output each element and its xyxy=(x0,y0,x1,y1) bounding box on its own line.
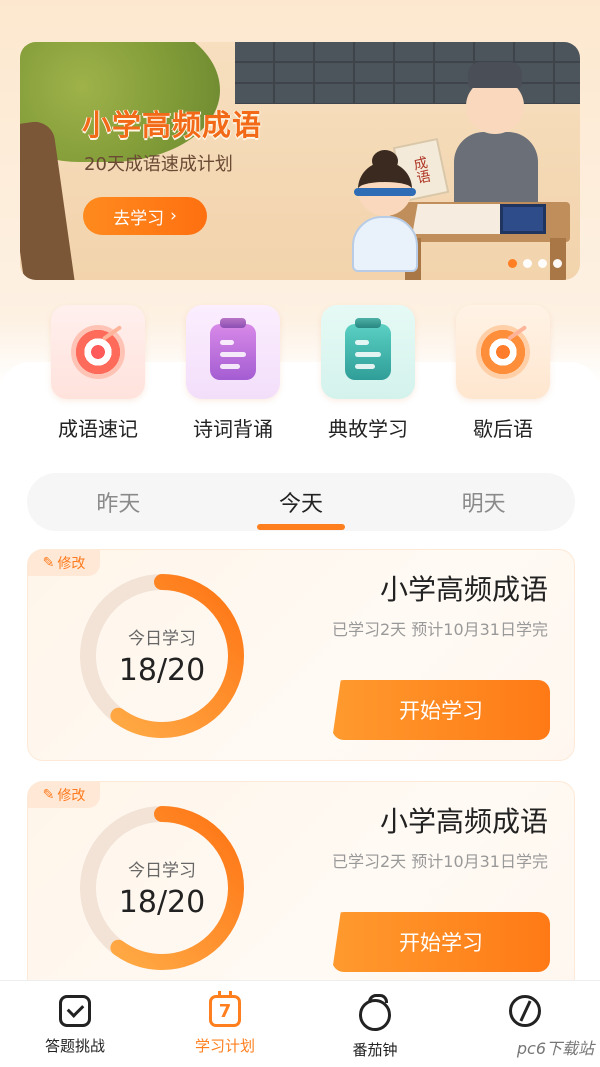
carousel-dot[interactable] xyxy=(553,259,562,268)
checkbox-icon xyxy=(59,995,91,1027)
go-study-button[interactable]: 去学习 › xyxy=(83,197,207,235)
today-study-label: 今日学习 xyxy=(128,629,196,649)
bottom-nav: 答题挑战 7 学习计划 番茄钟 xyxy=(0,980,600,1067)
nav-label: 学习计划 xyxy=(194,1037,255,1055)
tab-yesterday[interactable]: 昨天 xyxy=(27,473,210,531)
clipboard-icon xyxy=(210,324,256,380)
book-illustration xyxy=(500,204,546,234)
go-study-label: 去学习 xyxy=(113,208,165,229)
edit-label: 修改 xyxy=(57,788,86,804)
edit-icon: ✎ xyxy=(42,787,55,803)
watermark: pc6下载站 xyxy=(516,1039,594,1058)
category-label: 诗词背诵 xyxy=(193,417,273,441)
today-progress-value: 18/20 xyxy=(118,653,206,688)
carousel-dot[interactable] xyxy=(523,259,532,268)
chevron-right-icon: › xyxy=(170,206,177,226)
plan-title: 小学高频成语 xyxy=(379,805,548,838)
day-tabs: 昨天 今天 明天 xyxy=(27,473,575,531)
clipboard-icon xyxy=(345,324,391,380)
category-idiom-memorize[interactable]: 成语速记 xyxy=(48,305,148,442)
nav-item-pomodoro[interactable]: 番茄钟 xyxy=(300,981,450,1067)
tab-today[interactable]: 今天 xyxy=(210,473,393,531)
category-label: 典故学习 xyxy=(328,417,408,441)
category-label: 歇后语 xyxy=(473,417,533,441)
teacher-illustration xyxy=(450,62,540,212)
nav-label: 番茄钟 xyxy=(352,1041,398,1059)
banner-subtitle: 20天成语速成计划 xyxy=(84,154,233,175)
category-tile xyxy=(186,305,280,399)
promo-banner[interactable]: 成语 小学高频成语 20天成语速成计划 去学习 › xyxy=(20,42,580,280)
category-story-learn[interactable]: 典故学习 xyxy=(318,305,418,442)
tab-tomorrow[interactable]: 明天 xyxy=(392,473,575,531)
start-study-button[interactable]: 开始学习 xyxy=(332,912,550,972)
today-progress-value: 18/20 xyxy=(118,885,206,920)
tomato-icon xyxy=(359,994,391,1031)
plan-meta: 已学习2天 预计10月31日学完 xyxy=(332,852,548,871)
carousel-dot[interactable] xyxy=(508,259,517,268)
plan-meta: 已学习2天 预计10月31日学完 xyxy=(332,620,548,639)
edit-icon: ✎ xyxy=(42,555,55,571)
plan-card[interactable]: ✎ 修改 今日学习 18/20 小学高频成语 已学习2天 预计10月31日学完 … xyxy=(27,781,575,993)
category-label: 成语速记 xyxy=(58,417,138,441)
category-tile xyxy=(51,305,145,399)
category-tile xyxy=(456,305,550,399)
banner-title: 小学高频成语 xyxy=(82,108,263,142)
student-illustration xyxy=(350,150,420,272)
category-tile xyxy=(321,305,415,399)
leaf-icon xyxy=(509,995,541,1027)
target-icon xyxy=(476,325,530,379)
calendar-icon: 7 xyxy=(209,991,241,1027)
nav-item-study-plan[interactable]: 7 学习计划 xyxy=(150,981,300,1067)
progress-ring-label: 今日学习 18/20 xyxy=(78,804,246,972)
progress-ring-label: 今日学习 18/20 xyxy=(78,572,246,740)
today-study-label: 今日学习 xyxy=(128,861,196,881)
target-icon xyxy=(71,325,125,379)
start-study-button[interactable]: 开始学习 xyxy=(332,680,550,740)
plan-card[interactable]: ✎ 修改 今日学习 18/20 小学高频成语 已学习2天 预计10月31日学完 … xyxy=(27,549,575,761)
nav-item-quiz[interactable]: 答题挑战 xyxy=(0,981,150,1067)
category-poem-recite[interactable]: 诗词背诵 xyxy=(183,305,283,442)
edit-label: 修改 xyxy=(57,556,86,572)
category-xiehouyu[interactable]: 歇后语 xyxy=(453,305,553,442)
plan-title: 小学高频成语 xyxy=(379,573,548,606)
nav-label: 答题挑战 xyxy=(44,1037,105,1055)
carousel-indicator[interactable] xyxy=(508,259,562,268)
carousel-dot[interactable] xyxy=(538,259,547,268)
category-grid: 成语速记 诗词背诵 典故学习 歇后语 xyxy=(0,305,600,445)
